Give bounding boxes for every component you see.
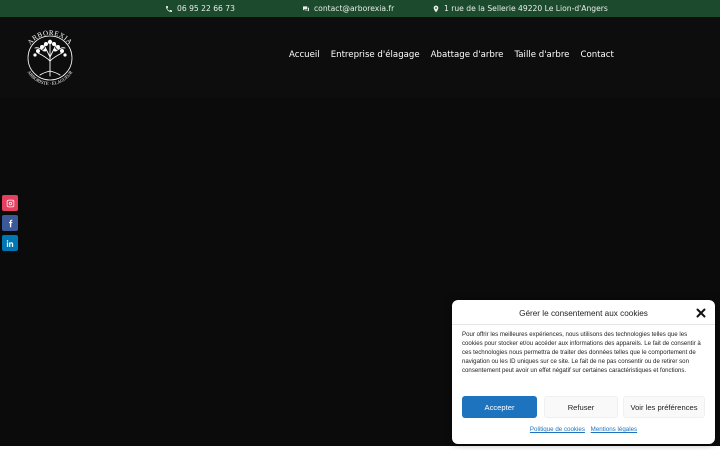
topbar-phone[interactable]: 06 95 22 66 73 [165,0,235,17]
cookie-policy-link[interactable]: Politique de cookies [530,426,585,433]
nav-item-contact[interactable]: Contact [580,50,613,60]
refuse-button[interactable]: Refuser [544,396,618,418]
map-pin-icon [433,5,439,12]
nav-item-taille[interactable]: Taille d'arbre [514,50,569,60]
facebook-icon [8,219,12,227]
site-header: ARBOREXIA ARBORISTE · ÉLAGUEUR Accueil E… [0,17,720,97]
cookie-divider [452,324,715,325]
linkedin-button[interactable] [2,235,18,251]
topbar-address[interactable]: 1 rue de la Sellerie 49220 Le Lion-d'Ang… [432,0,608,17]
site-logo[interactable]: ARBOREXIA ARBORISTE · ÉLAGUEUR [16,23,84,91]
nav-item-abattage[interactable]: Abattage d'arbre [431,50,504,60]
phone-icon [166,5,172,12]
nav-item-accueil[interactable]: Accueil [289,50,320,60]
accept-button[interactable]: Accepter [462,396,537,418]
phone-number: 06 95 22 66 73 [177,4,235,13]
nav-item-entreprise-elagage[interactable]: Entreprise d'élagage [331,50,420,60]
close-icon[interactable] [696,308,706,318]
legal-notice-link[interactable]: Mentions légales [591,426,637,433]
cookie-description: Pour offrir les meilleures expériences, … [462,331,701,374]
chat-icon [303,5,309,11]
cookie-consent-dialog: Gérer le consentement aux cookies Pour o… [452,300,715,444]
email-address: contact@arborexia.fr [314,4,395,13]
preferences-button[interactable]: Voir les préférences [623,396,705,418]
tree-logo-icon: ARBOREXIA ARBORISTE · ÉLAGUEUR [26,29,74,86]
instagram-icon [6,199,14,207]
topbar-email[interactable]: contact@arborexia.fr [302,0,394,17]
instagram-button[interactable] [2,195,18,211]
cookie-links: Politique de cookies Mentions légales [452,426,715,433]
facebook-button[interactable] [2,215,18,231]
main-nav: Accueil Entreprise d'élagage Abattage d'… [289,50,625,60]
cookie-dialog-title: Gérer le consentement aux cookies [519,309,648,318]
linkedin-icon [6,239,13,247]
page-bottom-strip [0,446,720,450]
address-text: 1 rue de la Sellerie 49220 Le Lion-d'Ang… [444,4,608,13]
top-contact-bar: 06 95 22 66 73 contact@arborexia.fr 1 ru… [0,0,720,17]
